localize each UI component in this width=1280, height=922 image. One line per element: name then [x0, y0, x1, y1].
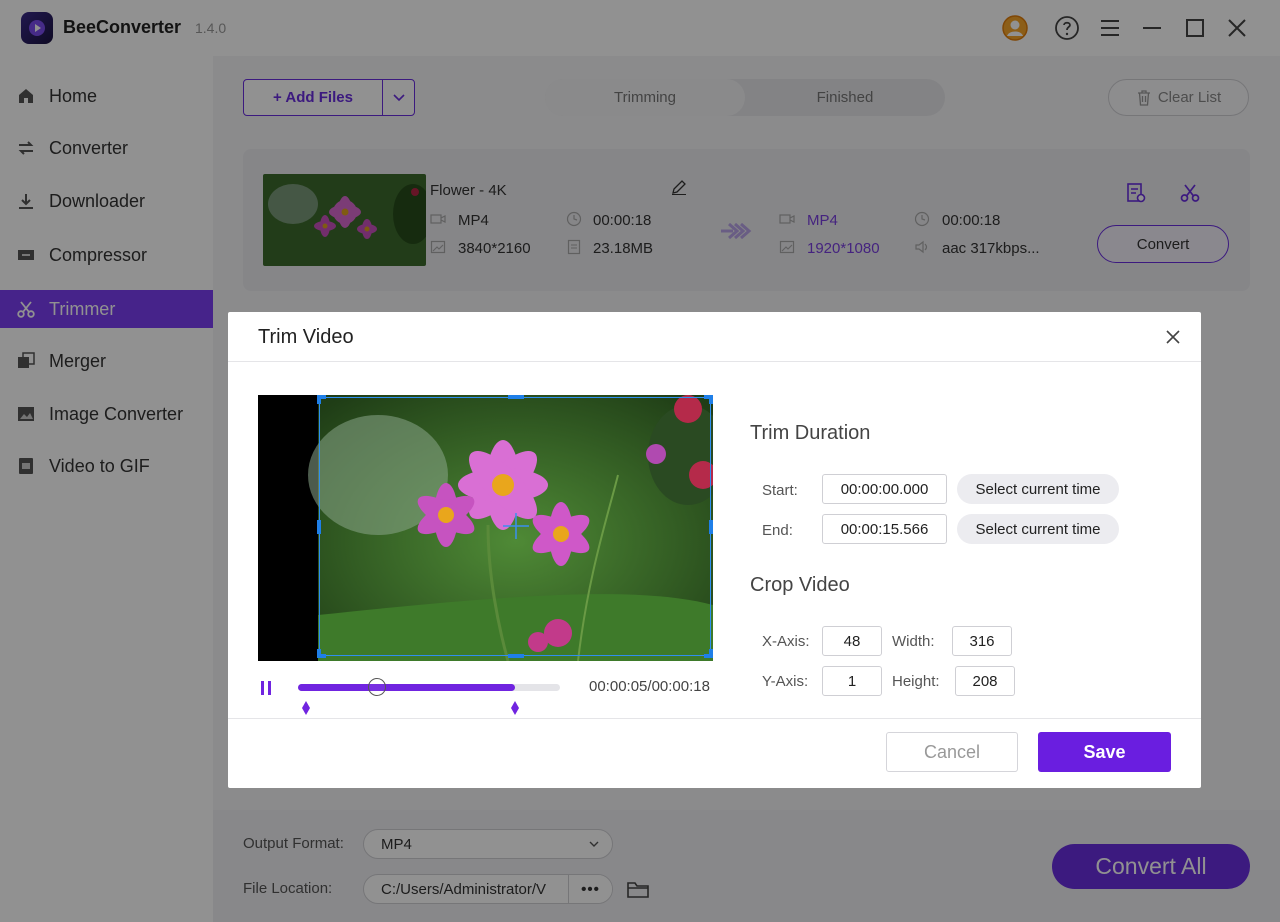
time-readout: 00:00:05/00:00:18: [589, 678, 710, 695]
y-axis-input[interactable]: 1: [822, 666, 882, 696]
current-time: 00:00:05: [589, 678, 648, 695]
crop-video-title: Crop Video: [750, 574, 850, 596]
width-label: Width:: [892, 633, 935, 650]
end-time-input[interactable]: 00:00:15.566: [822, 514, 947, 544]
cancel-button[interactable]: Cancel: [886, 732, 1018, 772]
trim-video-dialog: Trim Video 00:00:05/00:00:18 Trim Durati…: [228, 312, 1201, 788]
trim-end-marker[interactable]: [510, 701, 520, 715]
save-button[interactable]: Save: [1038, 732, 1171, 772]
start-time-input[interactable]: 00:00:00.000: [822, 474, 947, 504]
total-time: 00:00:18: [651, 678, 710, 695]
divider: [228, 361, 1201, 362]
playback-slider[interactable]: [298, 684, 560, 691]
select-current-end-button[interactable]: Select current time: [957, 514, 1119, 544]
crop-move-icon[interactable]: [503, 513, 529, 539]
trim-duration-title: Trim Duration: [750, 422, 871, 444]
video-preview[interactable]: [258, 395, 713, 661]
end-label: End:: [762, 522, 793, 539]
playhead-handle[interactable]: [367, 678, 386, 696]
dialog-close-icon[interactable]: [1162, 326, 1184, 348]
x-axis-input[interactable]: 48: [822, 626, 882, 656]
dialog-title: Trim Video: [258, 326, 354, 348]
divider: [228, 718, 1201, 719]
playback-progress: [298, 684, 516, 691]
height-label: Height:: [892, 673, 940, 690]
height-input[interactable]: 208: [955, 666, 1015, 696]
x-axis-label: X-Axis:: [762, 633, 810, 650]
width-input[interactable]: 316: [952, 626, 1012, 656]
select-current-start-button[interactable]: Select current time: [957, 474, 1119, 504]
trim-start-marker[interactable]: [301, 701, 311, 715]
start-label: Start:: [762, 482, 798, 499]
pause-icon[interactable]: [258, 680, 274, 696]
y-axis-label: Y-Axis:: [762, 673, 809, 690]
